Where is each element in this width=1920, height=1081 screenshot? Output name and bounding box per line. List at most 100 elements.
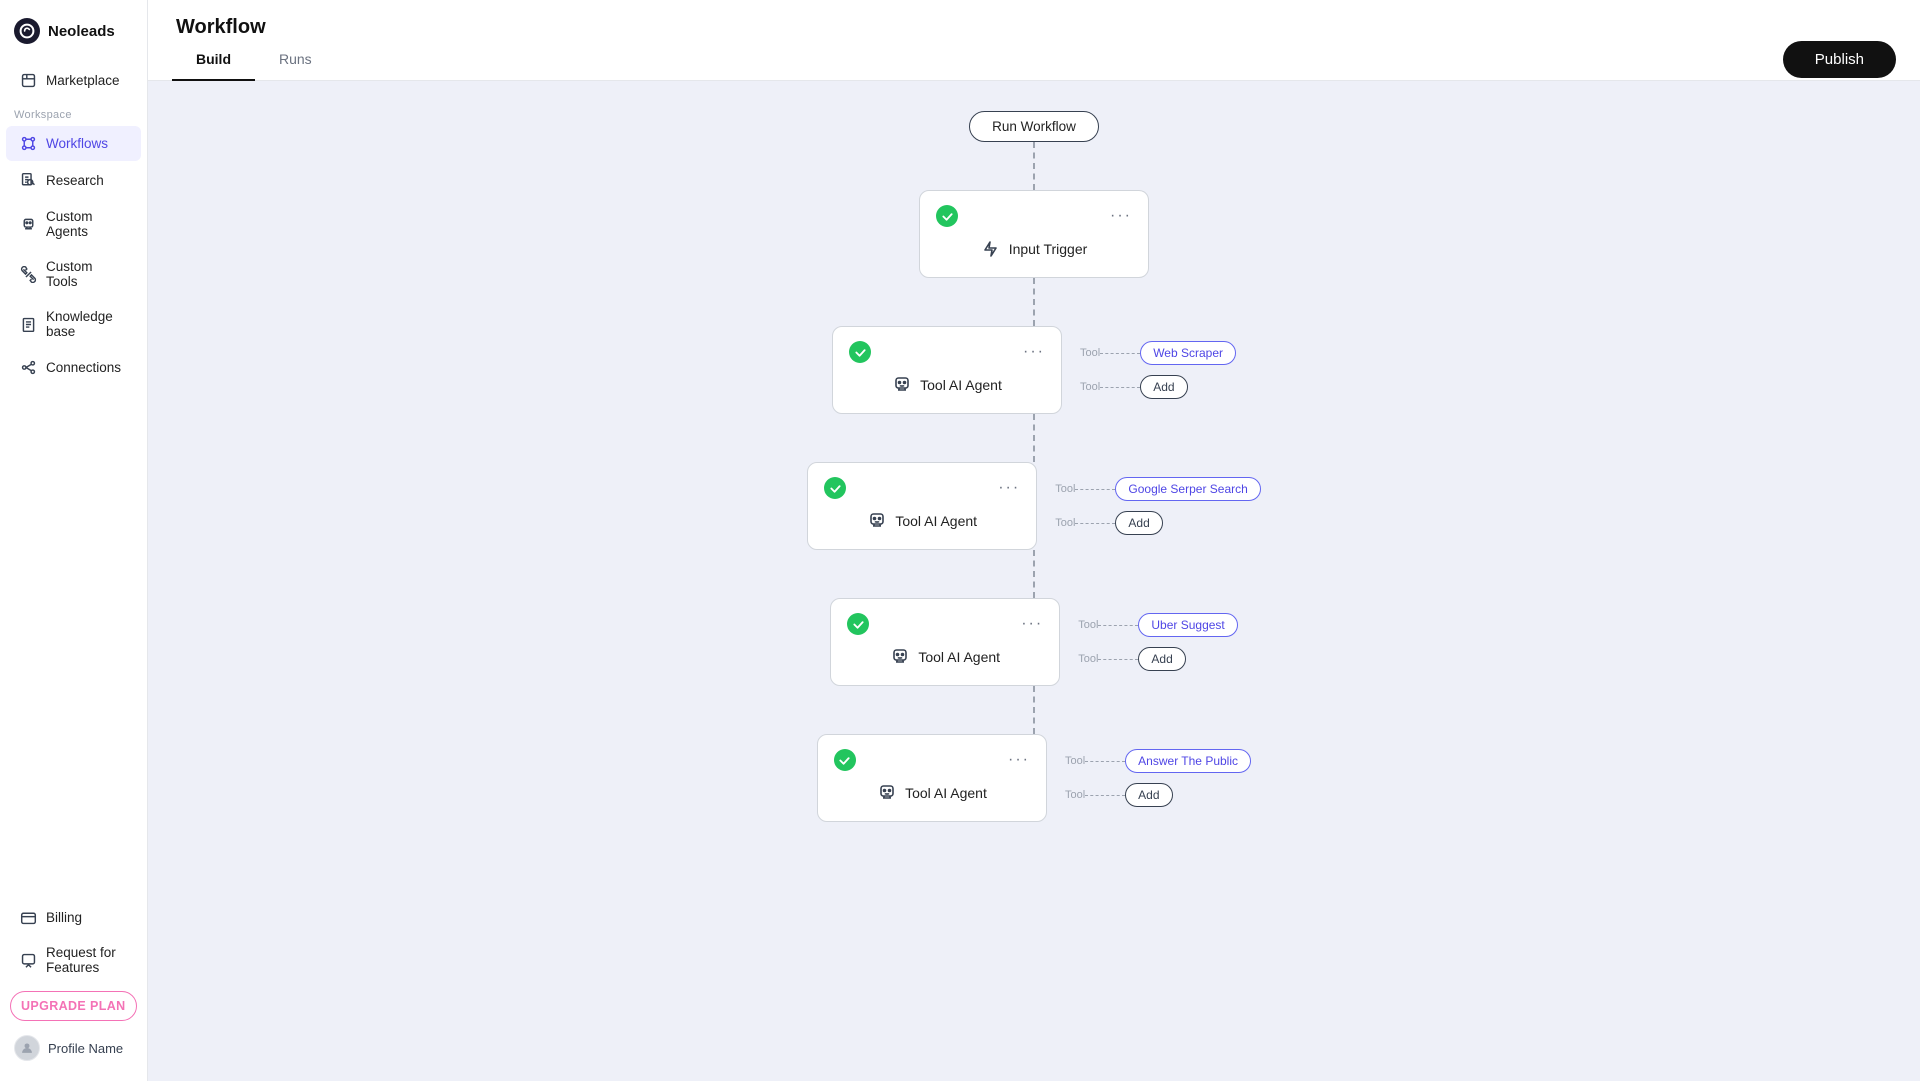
add-tool-button-2[interactable]: Add — [1115, 511, 1162, 535]
tool-chip-web-scraper[interactable]: Web Scraper — [1140, 341, 1236, 365]
tool-connectors-4: Tool Answer The Public Tool Add — [1065, 749, 1251, 807]
node-label: Input Trigger — [1009, 241, 1088, 257]
node-agent-2[interactable]: ··· Tool AI Agent — [807, 462, 1037, 550]
add-tool-button-1[interactable]: Add — [1140, 375, 1187, 399]
node-body: Input Trigger — [936, 235, 1132, 263]
node-label: Tool AI Agent — [905, 785, 987, 801]
node-header: ··· — [834, 749, 1030, 771]
dashed-connector — [1098, 625, 1138, 626]
workflow-container: Run Workflow ··· Input Trigger — [584, 111, 1484, 822]
node-check-icon — [849, 341, 871, 363]
sidebar-item-label: Custom Tools — [46, 259, 127, 289]
node-body: Tool AI Agent — [847, 643, 1043, 671]
sidebar: Neoleads Marketplace Workspace Workflows… — [0, 0, 148, 1081]
sidebar-item-research[interactable]: Research — [6, 163, 141, 198]
node-menu-icon[interactable]: ··· — [1110, 207, 1132, 225]
node-row-agent-4: ··· Tool AI Agent Tool Answer The Public… — [584, 734, 1484, 822]
tool-chip-uber-suggest[interactable]: Uber Suggest — [1138, 613, 1237, 637]
tool-row-1: Tool Answer The Public — [1065, 749, 1251, 773]
node-menu-icon[interactable]: ··· — [1023, 343, 1045, 361]
request-icon — [20, 952, 37, 969]
sidebar-item-knowledge-base[interactable]: Knowledge base — [6, 300, 141, 348]
connections-icon — [20, 359, 37, 376]
tool-chip-google-serper[interactable]: Google Serper Search — [1115, 477, 1260, 501]
page-title: Workflow — [176, 16, 1892, 39]
agent-icon — [892, 375, 912, 395]
profile-name: Profile Name — [48, 1041, 123, 1056]
tool-chip-answer-the-public[interactable]: Answer The Public — [1125, 749, 1251, 773]
dashed-connector — [1100, 387, 1140, 388]
sidebar-item-custom-agents[interactable]: Custom Agents — [6, 200, 141, 248]
sidebar-item-billing[interactable]: Billing — [6, 900, 141, 935]
node-menu-icon[interactable]: ··· — [1008, 751, 1030, 769]
tool-prefix: Tool — [1065, 789, 1085, 801]
tool-prefix: Tool — [1080, 347, 1100, 359]
profile-row[interactable]: Profile Name — [0, 1027, 147, 1069]
main-content: Workflow Build Runs Publish Run Workflow — [148, 0, 1920, 1081]
sidebar-item-label: Custom Agents — [46, 209, 127, 239]
sidebar-item-label: Billing — [46, 910, 82, 925]
run-workflow-button[interactable]: Run Workflow — [969, 111, 1099, 142]
title-row: Workflow — [148, 0, 1920, 39]
node-agent-1[interactable]: ··· Tool AI Agent — [832, 326, 1062, 414]
sidebar-item-workflows[interactable]: Workflows — [6, 126, 141, 161]
connector-line — [1033, 550, 1035, 598]
tool-row-2: Tool Add — [1055, 511, 1261, 535]
add-tool-button-3[interactable]: Add — [1138, 647, 1185, 671]
node-agent-3[interactable]: ··· Tool AI Agent — [830, 598, 1060, 686]
sidebar-item-request-features[interactable]: Request for Features — [6, 936, 141, 984]
sidebar-item-label: Connections — [46, 360, 121, 375]
tabs-bar: Build Runs Publish — [148, 39, 1920, 81]
tab-build[interactable]: Build — [172, 39, 255, 81]
workflow-canvas[interactable]: Run Workflow ··· Input Trigger — [148, 81, 1920, 1081]
tool-connectors-1: Tool Web Scraper Tool Add — [1080, 341, 1236, 399]
node-header: ··· — [824, 477, 1020, 499]
dashed-connector — [1075, 523, 1115, 524]
connector-line — [1033, 414, 1035, 462]
sidebar-item-custom-tools[interactable]: Custom Tools — [6, 250, 141, 298]
node-menu-icon[interactable]: ··· — [998, 479, 1020, 497]
node-label: Tool AI Agent — [895, 513, 977, 529]
node-agent-4[interactable]: ··· Tool AI Agent — [817, 734, 1047, 822]
tool-row-1: Tool Web Scraper — [1080, 341, 1236, 365]
connector-line — [1033, 142, 1035, 190]
node-label: Tool AI Agent — [918, 649, 1000, 665]
dashed-connector — [1085, 795, 1125, 796]
tool-prefix: Tool — [1080, 381, 1100, 393]
agent-icon — [877, 783, 897, 803]
tool-row-1: Tool Google Serper Search — [1055, 477, 1261, 501]
logo-icon — [14, 18, 40, 44]
node-row-input-trigger: ··· Input Trigger — [584, 190, 1484, 278]
dashed-connector — [1098, 659, 1138, 660]
agents-icon — [20, 216, 37, 233]
workflows-icon — [20, 135, 37, 152]
sidebar-item-connections[interactable]: Connections — [6, 350, 141, 385]
node-body: Tool AI Agent — [834, 779, 1030, 807]
dashed-connector — [1075, 489, 1115, 490]
tool-prefix: Tool — [1065, 755, 1085, 767]
app-logo[interactable]: Neoleads — [0, 0, 147, 62]
agent-icon — [890, 647, 910, 667]
connector-line — [1033, 278, 1035, 326]
tool-prefix: Tool — [1055, 517, 1075, 529]
add-tool-button-4[interactable]: Add — [1125, 783, 1172, 807]
sidebar-item-label: Knowledge base — [46, 309, 127, 339]
upgrade-plan-button[interactable]: UPGRADE PLAN — [10, 991, 137, 1021]
dashed-connector — [1085, 761, 1125, 762]
tool-connectors-3: Tool Uber Suggest Tool Add — [1078, 613, 1238, 671]
node-input-trigger[interactable]: ··· Input Trigger — [919, 190, 1149, 278]
tool-connectors-2: Tool Google Serper Search Tool Add — [1055, 477, 1261, 535]
tool-prefix: Tool — [1055, 483, 1075, 495]
node-menu-icon[interactable]: ··· — [1021, 615, 1043, 633]
node-row-agent-2: ··· Tool AI Agent Tool Google Serper Sea… — [584, 462, 1484, 550]
billing-icon — [20, 909, 37, 926]
tool-row-2: Tool Add — [1065, 783, 1251, 807]
sidebar-item-marketplace[interactable]: Marketplace — [6, 63, 141, 98]
publish-button[interactable]: Publish — [1783, 41, 1896, 78]
node-body: Tool AI Agent — [849, 371, 1045, 399]
sidebar-item-label: Marketplace — [46, 73, 120, 88]
sidebar-item-label: Research — [46, 173, 104, 188]
node-check-icon — [847, 613, 869, 635]
tab-runs[interactable]: Runs — [255, 39, 336, 81]
tool-row-1: Tool Uber Suggest — [1078, 613, 1238, 637]
